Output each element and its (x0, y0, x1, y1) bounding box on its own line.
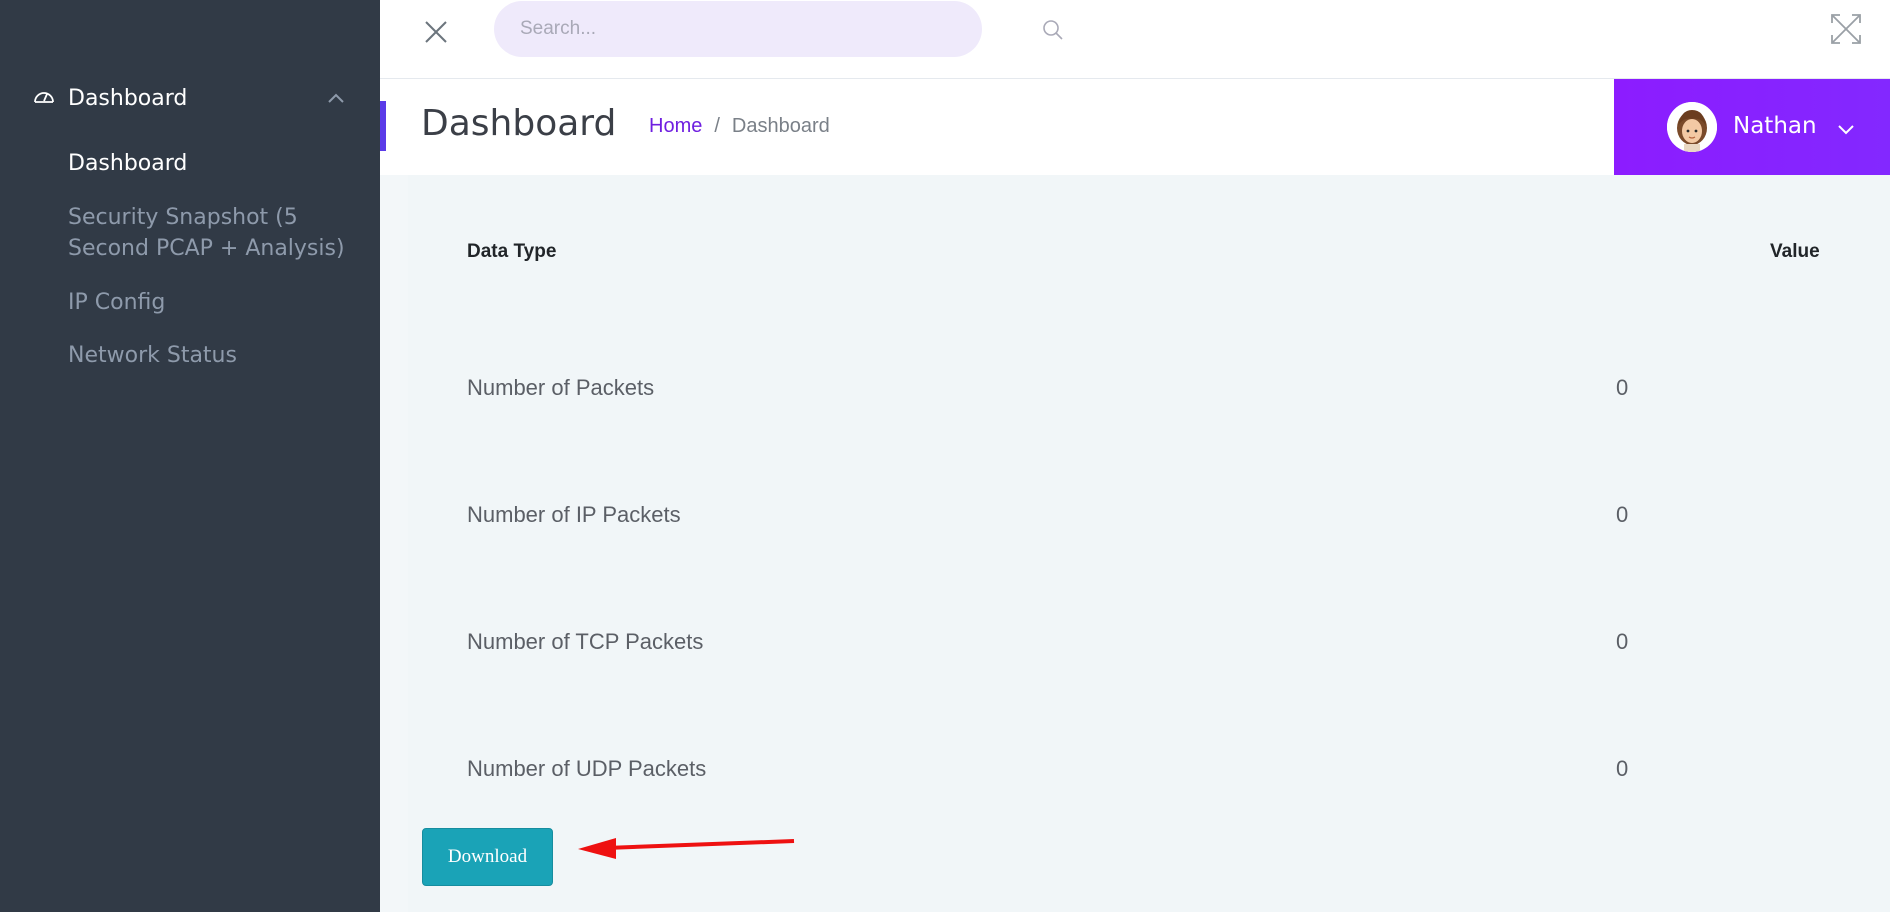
data-table: Data Type Value Number of Packets 0 Numb… (408, 175, 1890, 912)
download-button[interactable]: Download (422, 828, 553, 886)
table-row-value: 0 (1616, 502, 1629, 527)
table-row-value: 0 (1616, 629, 1629, 654)
user-menu[interactable]: Nathan (1614, 79, 1890, 175)
sidebar-group-dashboard[interactable]: Dashboard (0, 80, 380, 120)
user-name: Nathan (1733, 113, 1817, 139)
table-header-value: Value (1770, 241, 1820, 262)
close-icon[interactable] (422, 18, 450, 46)
annotation-arrow (578, 838, 795, 859)
sidebar: Dashboard Dashboard Security Snapshot (5… (0, 0, 380, 912)
breadcrumb-separator: / (714, 115, 720, 137)
sidebar-group-label: Dashboard (68, 86, 188, 111)
topbar (380, 0, 1890, 79)
chevron-down-icon[interactable] (1837, 123, 1855, 135)
table-row-label: Number of TCP Packets (467, 629, 704, 654)
sidebar-item-ip-config[interactable]: IP Config (68, 287, 358, 318)
avatar (1667, 102, 1717, 152)
sidebar-item-dashboard[interactable]: Dashboard (68, 148, 358, 179)
chevron-up-icon[interactable] (326, 92, 346, 104)
gauge-icon (34, 92, 54, 103)
breadcrumb-current: Dashboard (731, 115, 830, 137)
avatar-image (1667, 102, 1717, 152)
sidebar-item-security-snapshot[interactable]: Security Snapshot (5 Second PCAP + Analy… (68, 202, 358, 264)
table-row-value: 0 (1616, 756, 1629, 781)
page-title: Dashboard (421, 103, 617, 144)
sidebar-item-network-status[interactable]: Network Status (68, 340, 358, 371)
table-header-data-type: Data Type (467, 241, 557, 262)
table-row-label: Number of UDP Packets (467, 756, 707, 781)
table-row-label: Number of Packets (467, 375, 655, 400)
table-row-label: Number of IP Packets (467, 502, 681, 527)
search-box (494, 1, 1063, 57)
search-input[interactable] (520, 1, 920, 57)
header-accent-bar (380, 101, 386, 151)
expand-icon[interactable] (1829, 12, 1863, 46)
breadcrumb: Home / Dashboard (649, 115, 830, 138)
search-icon[interactable] (1042, 19, 1064, 41)
table-row-value: 0 (1616, 375, 1629, 400)
breadcrumb-home-link[interactable]: Home (649, 115, 702, 138)
